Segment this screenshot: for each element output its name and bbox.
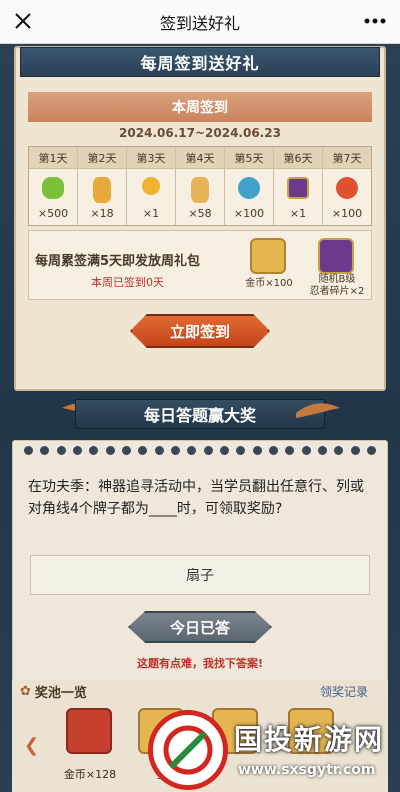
day-4[interactable]: 第4天 ×58 xyxy=(176,147,225,225)
watermark-brand: 国投新游网 xyxy=(234,723,385,756)
day-label: 第2天 xyxy=(78,147,126,169)
day-2[interactable]: 第2天 ×18 xyxy=(78,147,127,225)
blue-orb-icon xyxy=(238,177,260,199)
reward-label: 金币×100 xyxy=(245,278,293,289)
green-leaf-icon xyxy=(42,177,64,199)
day-qty: ×18 xyxy=(90,207,114,220)
day-label: 第5天 xyxy=(225,147,273,169)
watermark: 国投新游网 www.sxsgytr.com xyxy=(148,708,400,792)
answered-today-button[interactable]: 今日已答 xyxy=(128,611,272,643)
answer-field[interactable]: 扇子 xyxy=(30,555,370,595)
gold-coin-stack-icon xyxy=(250,238,286,274)
watermark-logo-icon xyxy=(148,710,228,790)
day-6[interactable]: 第6天 ×1 xyxy=(274,147,323,225)
day-7[interactable]: 第7天 ×100 xyxy=(323,147,371,225)
day-5[interactable]: 第5天 ×100 xyxy=(225,147,274,225)
watermark-url: www.sxsgytr.com xyxy=(238,762,376,778)
mystery-fragment-icon xyxy=(318,238,354,274)
day-qty: ×58 xyxy=(188,207,212,220)
day-label: 第1天 xyxy=(29,147,77,169)
prize-record-link[interactable]: 领奖记录 xyxy=(320,683,368,700)
date-range: 2024.06.17~2024.06.23 xyxy=(119,126,281,140)
day-1[interactable]: 第1天 ×500 xyxy=(29,147,78,225)
signed-days-text: 本周已签到0天 xyxy=(91,276,164,289)
binder-rings xyxy=(24,446,376,458)
treasure-chest-icon xyxy=(66,708,112,754)
page-title: 签到送好礼 xyxy=(159,13,240,33)
gold-coin-stack-icon xyxy=(191,177,209,203)
weekly-pack-box: 每周累签满5天即发放周礼包 本周已签到0天 金币×100 随机B级 忍者碎片×2 xyxy=(28,230,372,300)
weekly-banner: 每周签到送好礼 xyxy=(20,47,380,77)
mystery-fragment-icon xyxy=(287,177,309,199)
prize-pool-title: ✿ 奖池一览 xyxy=(20,682,87,701)
flower-icon: ✿ xyxy=(20,684,31,699)
quiz-banner: 每日答题赢大奖 xyxy=(75,399,325,429)
day-qty: ×500 xyxy=(37,207,69,220)
day-label: 第3天 xyxy=(127,147,175,169)
pool-item-label: 金币×128 xyxy=(63,768,117,781)
close-icon[interactable] xyxy=(12,10,34,32)
answer-hint-link[interactable]: 这题有点难，我找下答案! xyxy=(0,655,400,671)
reward-label: 随机B级 忍者碎片×2 xyxy=(309,274,365,297)
day-grid: 第1天 ×500 第2天 ×18 第3天 ×1 第4天 ×58 第5天 ×100… xyxy=(28,146,372,226)
day-label: 第4天 xyxy=(176,147,224,169)
reward-gold[interactable]: 金币×100 xyxy=(233,234,305,298)
weekly-pack-text: 每周累签满5天即发放周礼包 xyxy=(35,254,201,269)
scroll-left-icon[interactable]: ❮ xyxy=(24,735,50,756)
this-week-header: 本周签到 xyxy=(28,92,372,122)
day-qty: ×100 xyxy=(331,207,363,220)
prize-pool-title-text: 奖池一览 xyxy=(34,686,87,701)
pool-item[interactable]: 金币×128 xyxy=(60,706,120,788)
day-qty: ×1 xyxy=(142,207,160,220)
signin-button[interactable]: 立即签到 xyxy=(130,314,270,348)
wing-ornament-right-icon xyxy=(296,403,340,418)
reward-fragment[interactable]: 随机B级 忍者碎片×2 xyxy=(301,234,373,298)
day-qty: ×100 xyxy=(233,207,265,220)
day-label: 第7天 xyxy=(323,147,371,169)
day-3[interactable]: 第3天 ×1 xyxy=(127,147,176,225)
top-bar: 签到送好礼 xyxy=(0,0,400,44)
gold-coin-stack-icon xyxy=(93,177,111,203)
day-qty: ×1 xyxy=(289,207,307,220)
more-icon[interactable] xyxy=(362,10,388,32)
red-gem-icon xyxy=(336,177,358,199)
quiz-question: 在功夫季：神器追寻活动中，当学员翻出任意行、列或对角线4个牌子都为____时，可… xyxy=(28,479,364,517)
gold-bead-icon xyxy=(142,177,160,195)
day-label: 第6天 xyxy=(274,147,322,169)
